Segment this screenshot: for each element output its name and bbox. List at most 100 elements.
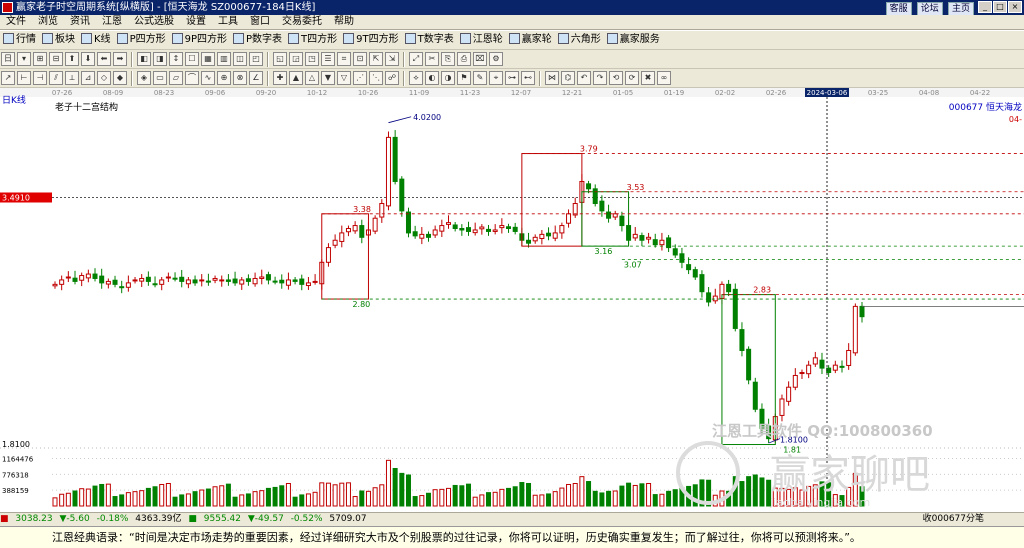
view-tool-icon[interactable]: ➡ xyxy=(113,52,127,66)
toolbar-button-8[interactable]: T数字表 xyxy=(402,31,457,48)
draw-tool-icon[interactable]: ▽ xyxy=(337,71,351,85)
view-tool-icon[interactable]: ⊞ xyxy=(33,52,47,66)
view-tool-icon[interactable]: ◱ xyxy=(273,52,287,66)
draw-tool-icon[interactable]: ⋈ xyxy=(545,71,559,85)
draw-tool-icon[interactable]: ▼ xyxy=(321,71,335,85)
toolbar-button-5[interactable]: P数字表 xyxy=(230,31,285,48)
draw-tool-icon[interactable]: ⊕ xyxy=(217,71,231,85)
draw-tool-icon[interactable]: ✎ xyxy=(473,71,487,85)
draw-tool-icon[interactable]: ◇ xyxy=(97,71,111,85)
draw-tool-icon[interactable]: ✚ xyxy=(273,71,287,85)
close-icon[interactable]: × xyxy=(1008,1,1022,13)
view-tool-icon[interactable]: ▦ xyxy=(201,52,215,66)
view-tool-icon[interactable]: 日 xyxy=(1,52,15,66)
view-tool-icon[interactable]: ⬆ xyxy=(65,52,79,66)
toolbar-button-1[interactable]: 板块 xyxy=(39,31,78,48)
view-tool-icon[interactable]: ◧ xyxy=(137,52,151,66)
toolbar-button-7[interactable]: 9T四方形 xyxy=(340,31,401,48)
draw-tool-icon[interactable]: ∠ xyxy=(249,71,263,85)
menu-item-7[interactable]: 窗口 xyxy=(244,15,276,29)
view-tool-icon[interactable]: ⚙ xyxy=(489,52,503,66)
view-tool-icon[interactable]: ⇱ xyxy=(369,52,383,66)
view-tool-icon[interactable]: ⬅ xyxy=(97,52,111,66)
link-support[interactable]: 客服 xyxy=(885,2,912,16)
toolbar-button-3[interactable]: P四方形 xyxy=(114,31,169,48)
chart-canvas[interactable]: 07-26 08-09 08-23 09-06 09-20 10-12 10-26 11-09… xyxy=(0,88,1024,512)
draw-tool-icon[interactable]: ▱ xyxy=(169,71,183,85)
toolbar-button-6[interactable]: T四方形 xyxy=(285,31,340,48)
toolbar-button-11[interactable]: 六角形 xyxy=(555,31,604,48)
draw-tool-icon[interactable]: ⟳ xyxy=(625,71,639,85)
menu-item-6[interactable]: 工具 xyxy=(212,15,244,29)
draw-tool-icon[interactable]: ⟡ xyxy=(409,71,423,85)
draw-tool-icon[interactable]: ⊷ xyxy=(521,71,535,85)
minimize-icon[interactable]: _ xyxy=(978,1,992,13)
menu-item-2[interactable]: 资讯 xyxy=(64,15,96,29)
toolbar-button-0[interactable]: 行情 xyxy=(0,31,39,48)
view-tool-icon[interactable]: ◨ xyxy=(153,52,167,66)
draw-tool-icon[interactable]: ▲ xyxy=(289,71,303,85)
draw-tool-icon[interactable]: ✖ xyxy=(641,71,655,85)
view-tool-icon[interactable]: ▾ xyxy=(17,52,31,66)
view-tool-icon[interactable]: ▥ xyxy=(217,52,231,66)
view-tool-icon[interactable]: ☐ xyxy=(185,52,199,66)
view-tool-icon[interactable]: ⬇ xyxy=(81,52,95,66)
link-forum[interactable]: 论坛 xyxy=(916,2,943,16)
draw-tool-icon[interactable]: ▭ xyxy=(153,71,167,85)
view-tool-icon[interactable]: ↕ xyxy=(169,52,183,66)
view-tool-icon[interactable]: ⊟ xyxy=(49,52,63,66)
draw-tool-icon[interactable]: ⟂ xyxy=(65,71,79,85)
draw-tool-icon[interactable]: ⟲ xyxy=(609,71,623,85)
tick-detail-label[interactable]: 收000677分笔 xyxy=(923,513,984,526)
draw-tool-icon[interactable]: ∞ xyxy=(657,71,671,85)
view-tool-icon[interactable]: ⎙ xyxy=(457,52,471,66)
menu-item-4[interactable]: 公式选股 xyxy=(128,15,180,29)
draw-tool-icon[interactable]: ◐ xyxy=(425,71,439,85)
draw-tool-icon[interactable]: ◑ xyxy=(441,71,455,85)
draw-tool-icon[interactable]: ⊣ xyxy=(33,71,47,85)
view-tool-icon[interactable]: ⌧ xyxy=(473,52,487,66)
view-tool-icon[interactable]: ◰ xyxy=(249,52,263,66)
draw-tool-icon[interactable]: ↷ xyxy=(593,71,607,85)
view-tool-icon[interactable]: ⎘ xyxy=(441,52,455,66)
view-tool-icon[interactable]: ⇲ xyxy=(385,52,399,66)
draw-tool-icon[interactable]: ↶ xyxy=(577,71,591,85)
menu-item-8[interactable]: 交易委托 xyxy=(276,15,328,29)
draw-tool-icon[interactable]: ⊿ xyxy=(81,71,95,85)
maximize-icon[interactable]: □ xyxy=(993,1,1007,13)
view-tool-icon[interactable]: ◲ xyxy=(289,52,303,66)
menu-item-9[interactable]: 帮助 xyxy=(328,15,360,29)
draw-tool-icon[interactable]: ⌒ xyxy=(185,71,199,85)
draw-tool-icon[interactable]: ⌖ xyxy=(489,71,503,85)
draw-tool-icon[interactable]: ⚑ xyxy=(457,71,471,85)
draw-tool-icon[interactable]: ⋰ xyxy=(353,71,367,85)
toolbar-button-9[interactable]: 江恩轮 xyxy=(457,31,506,48)
toolbar-button-4[interactable]: 9P四方形 xyxy=(169,31,230,48)
toolbar-button-10[interactable]: 赢家轮 xyxy=(506,31,555,48)
menu-item-5[interactable]: 设置 xyxy=(180,15,212,29)
draw-tool-icon[interactable]: ⋱ xyxy=(369,71,383,85)
toolbar-button-2[interactable]: K线 xyxy=(78,31,114,48)
draw-tool-icon[interactable]: ⊗ xyxy=(233,71,247,85)
view-tool-icon[interactable]: ⊡ xyxy=(353,52,367,66)
draw-tool-icon[interactable]: ↗ xyxy=(1,71,15,85)
view-tool-icon[interactable]: ◳ xyxy=(305,52,319,66)
view-tool-icon[interactable]: ⌗ xyxy=(337,52,351,66)
draw-tool-icon[interactable]: ⊶ xyxy=(505,71,519,85)
link-home[interactable]: 主页 xyxy=(947,2,974,16)
kline-chart[interactable]: 07-26 08-09 08-23 09-06 09-20 10-12 10-26 11-09… xyxy=(0,88,1024,512)
draw-tool-icon[interactable]: △ xyxy=(305,71,319,85)
draw-tool-icon[interactable]: ∿ xyxy=(201,71,215,85)
view-tool-icon[interactable]: ⤢ xyxy=(409,52,423,66)
draw-tool-icon[interactable]: ⌬ xyxy=(561,71,575,85)
menu-item-0[interactable]: 文件 xyxy=(0,15,32,29)
view-tool-icon[interactable]: ✂ xyxy=(425,52,439,66)
draw-tool-icon[interactable]: ⊢ xyxy=(17,71,31,85)
draw-tool-icon[interactable]: ⫽ xyxy=(49,71,63,85)
view-tool-icon[interactable]: ◫ xyxy=(233,52,247,66)
toolbar-button-12[interactable]: 赢家服务 xyxy=(604,31,663,48)
view-tool-icon[interactable]: ☰ xyxy=(321,52,335,66)
menu-item-3[interactable]: 江恩 xyxy=(96,15,128,29)
draw-tool-icon[interactable]: ◈ xyxy=(137,71,151,85)
draw-tool-icon[interactable]: ◆ xyxy=(113,71,127,85)
